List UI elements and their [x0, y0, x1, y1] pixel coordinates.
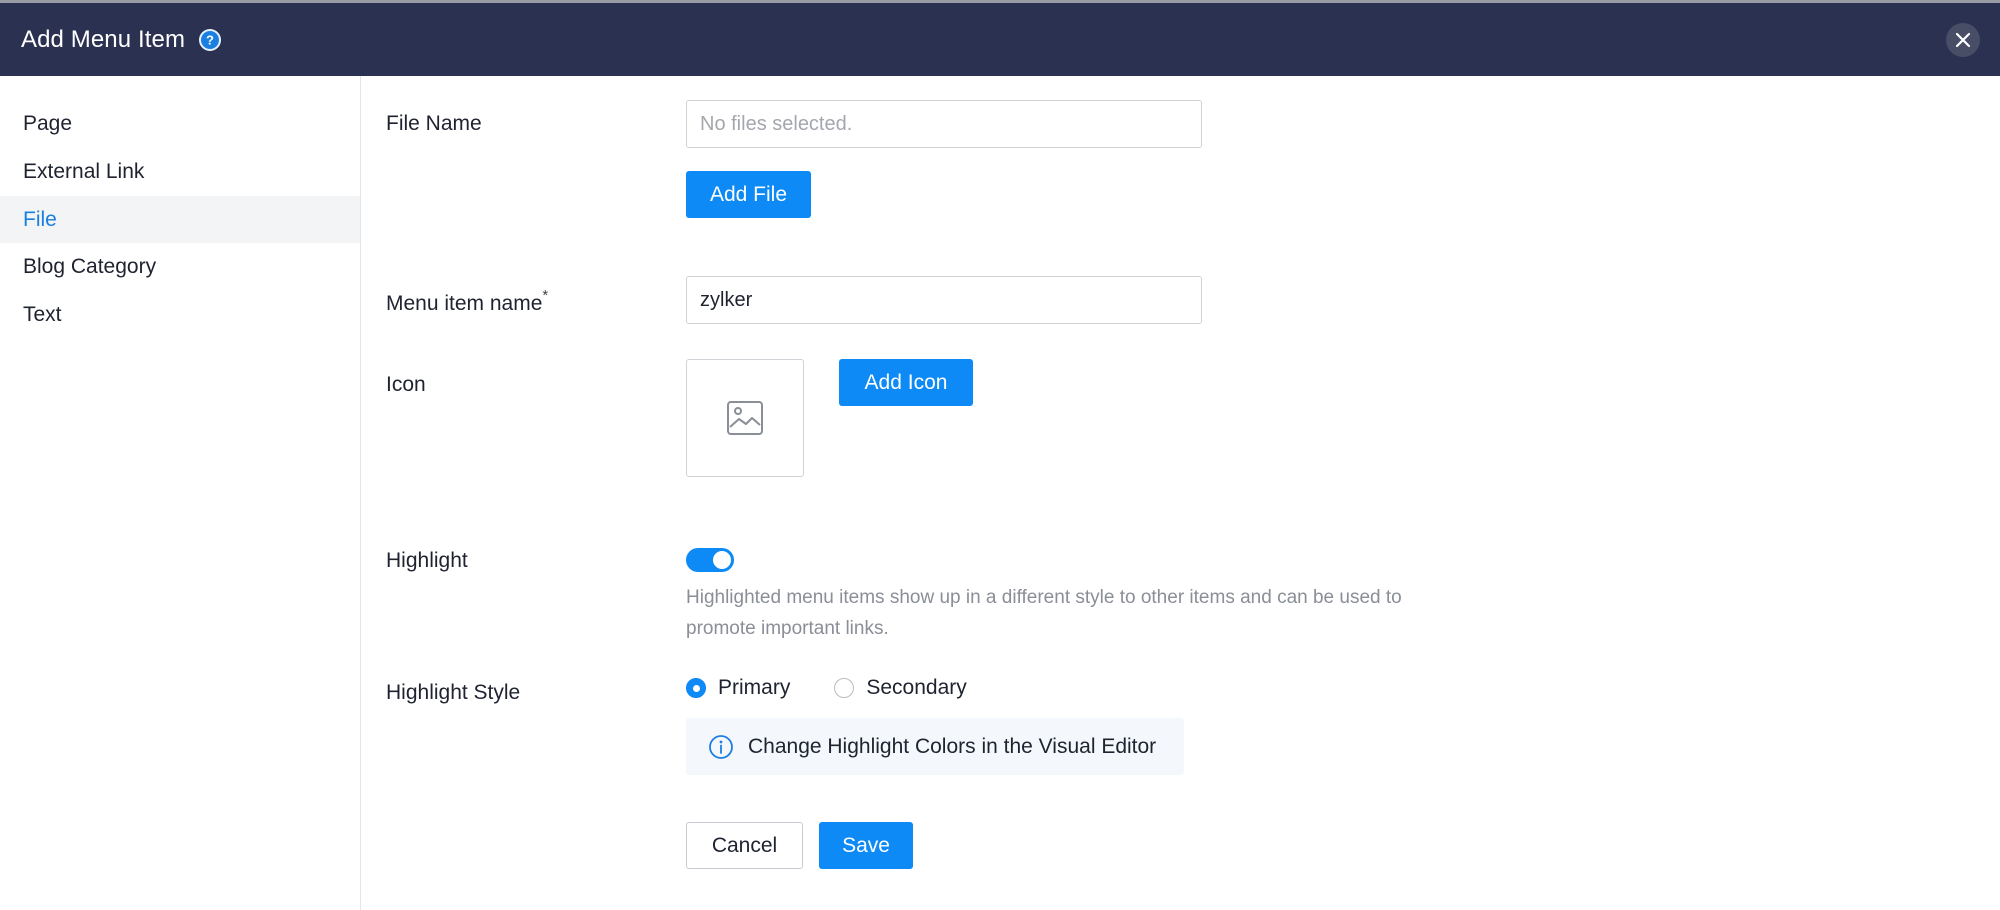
highlight-info-box: Change Highlight Colors in the Visual Ed…: [686, 718, 1184, 775]
menu-type-sidebar: Page External Link File Blog Category Te…: [0, 76, 361, 910]
cancel-button[interactable]: Cancel: [686, 822, 803, 869]
menu-item-name-label-text: Menu item name: [386, 292, 543, 315]
sidebar-item-label: Blog Category: [23, 254, 157, 278]
menu-item-name-input[interactable]: [686, 276, 1202, 324]
radio-primary[interactable]: Primary: [686, 676, 790, 700]
close-button[interactable]: [1946, 23, 1980, 57]
info-text: Change Highlight Colors in the Visual Ed…: [748, 734, 1157, 758]
icon-label: Icon: [386, 373, 426, 396]
menu-item-name-label: Menu item name*: [386, 287, 549, 316]
sidebar-item-label: File: [23, 207, 57, 231]
sidebar-item-blog-category[interactable]: Blog Category: [0, 243, 360, 290]
sidebar-item-label: External Link: [23, 159, 145, 183]
radio-button-primary[interactable]: [686, 678, 706, 698]
add-file-button[interactable]: Add File: [686, 171, 811, 218]
required-mark: *: [542, 287, 549, 304]
dialog-header: Add Menu Item ?: [0, 3, 2000, 76]
highlight-style-label: Highlight Style: [386, 681, 521, 704]
toggle-knob: [713, 551, 731, 569]
sidebar-item-label: Text: [23, 302, 62, 326]
image-icon: [727, 401, 763, 435]
highlight-label: Highlight: [386, 549, 468, 572]
radio-label-primary: Primary: [718, 676, 791, 699]
file-name-input[interactable]: [686, 100, 1202, 148]
sidebar-item-text[interactable]: Text: [0, 291, 360, 338]
file-name-label: File Name: [386, 112, 482, 135]
close-icon: [1955, 32, 1971, 48]
save-button[interactable]: Save: [819, 822, 913, 869]
highlight-help-text: Highlighted menu items show up in a diff…: [686, 587, 1402, 639]
add-icon-button[interactable]: Add Icon: [839, 359, 973, 406]
highlight-style-radio-group: Primary Secondary: [686, 676, 967, 700]
sidebar-item-label: Page: [23, 111, 73, 135]
dialog-title: Add Menu Item: [21, 25, 186, 53]
radio-label-secondary: Secondary: [866, 676, 967, 699]
svg-text:?: ?: [206, 32, 214, 47]
sidebar-item-external-link[interactable]: External Link: [0, 148, 360, 195]
question-icon[interactable]: ?: [199, 28, 222, 51]
icon-preview[interactable]: [686, 359, 804, 477]
radio-button-secondary[interactable]: [834, 678, 855, 698]
sidebar-item-page[interactable]: Page: [0, 100, 360, 147]
info-icon: [709, 734, 733, 759]
sidebar-item-file[interactable]: File: [0, 196, 360, 243]
highlight-toggle[interactable]: [686, 548, 734, 572]
radio-secondary[interactable]: Secondary: [834, 676, 967, 700]
